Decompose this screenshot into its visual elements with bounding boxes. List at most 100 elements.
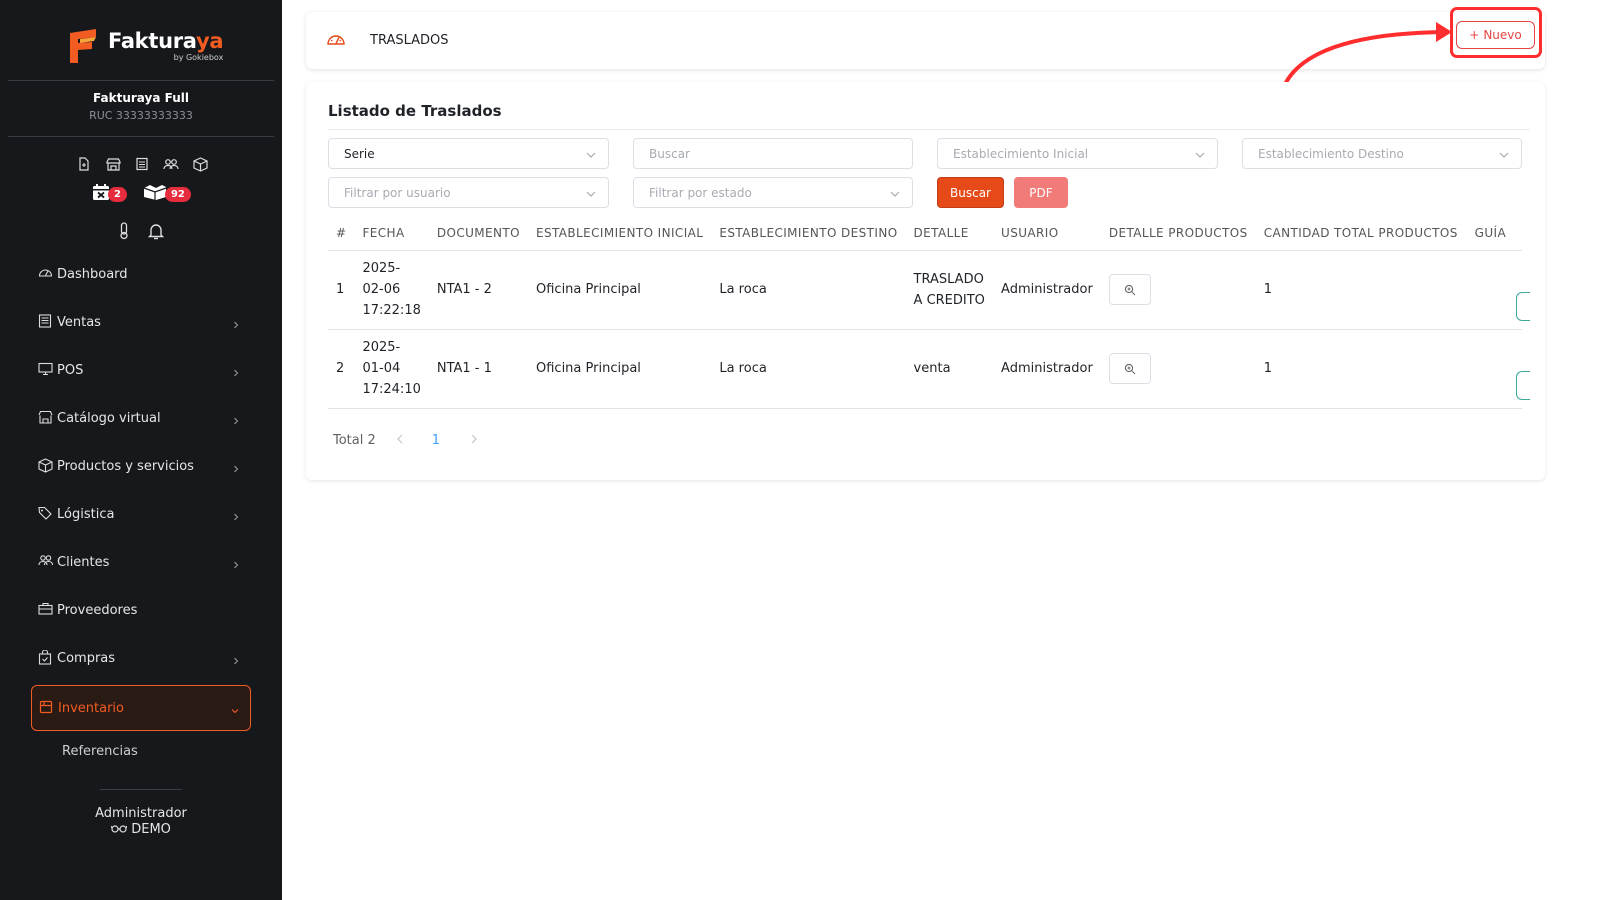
thermometer-icon[interactable] — [117, 222, 131, 244]
divider — [328, 129, 1530, 130]
chevron-down-icon — [1195, 149, 1205, 159]
sidebar-item-ventas[interactable]: Ventas — [0, 298, 282, 346]
chevron-right-icon — [232, 654, 240, 665]
new-button[interactable]: + Nuevo — [1456, 21, 1535, 49]
sidebar-item-logistica[interactable]: Lógistica — [0, 490, 282, 538]
list-icon[interactable] — [134, 156, 150, 172]
sidebar-item-dashboard[interactable]: Dashboard — [0, 250, 282, 298]
sidebar-subitem-label: Referencias — [62, 743, 138, 759]
bell-icon[interactable] — [147, 222, 165, 244]
row-initial-establishment: Oficina Principal — [528, 250, 712, 330]
row-product-detail — [1100, 250, 1256, 330]
column-header: USUARIO — [993, 216, 1101, 251]
boxes-badge[interactable]: 92 — [143, 183, 191, 205]
table-row: 1 2025- 02-06 17:22:18 NTA1 - 2 Oficina Pr… — [328, 250, 1522, 330]
guide-button[interactable] — [1516, 371, 1530, 400]
pdf-button[interactable]: PDF — [1014, 177, 1068, 208]
user-name: Administrador — [95, 806, 187, 821]
sidebar-item-proveedores[interactable]: Proveedores — [0, 586, 282, 634]
guide-button[interactable] — [1516, 292, 1530, 321]
search-input[interactable]: Buscar — [633, 138, 913, 169]
sidebar: Fakturaya by Gokiebox Fakturaya Full RUC… — [0, 0, 282, 900]
column-header: FECHA — [354, 216, 429, 251]
status-filter-select[interactable]: Filtrar por estado — [633, 177, 913, 208]
shopping-bag-icon — [38, 650, 54, 666]
pagination: Total 2 1 — [333, 433, 478, 448]
serie-select[interactable]: Serie — [328, 138, 609, 169]
row-destination-establishment: La roca — [711, 250, 906, 330]
user-filter-select[interactable]: Filtrar por usuario — [328, 177, 609, 208]
box-icon[interactable] — [192, 156, 208, 172]
boxes-icon — [143, 183, 167, 205]
chevron-right-icon — [232, 414, 240, 425]
sidebar-item-compras[interactable]: Compras — [0, 634, 282, 682]
next-page-icon[interactable] — [470, 433, 478, 448]
brand-name-accent: ya — [196, 28, 224, 53]
view-products-button[interactable] — [1108, 353, 1151, 384]
transfers-table: # FECHA DOCUMENTO ESTABLECIMIENTO INICIA… — [328, 216, 1522, 409]
divider — [100, 789, 182, 790]
column-header: GUÍA — [1466, 216, 1522, 251]
search-button[interactable]: Buscar — [937, 177, 1004, 208]
sidebar-item-pos[interactable]: POS — [0, 346, 282, 394]
page-current[interactable]: 1 — [432, 433, 440, 448]
chevron-down-icon — [231, 704, 239, 714]
destination-establishment-select[interactable]: Establecimiento Destino — [1242, 138, 1522, 169]
row-detail-line: TRASLADO — [913, 271, 984, 287]
row-detail-line: A CREDITO — [913, 292, 985, 308]
row-user: Administrador — [993, 250, 1101, 330]
row-date-part: 2025- — [362, 340, 401, 355]
view-products-button[interactable] — [1108, 274, 1151, 305]
sidebar-item-clientes[interactable]: Clientes — [0, 538, 282, 586]
chevron-right-icon — [232, 366, 240, 377]
users-icon[interactable] — [163, 156, 179, 172]
table-row: 2 2025- 01-04 17:24:10 NTA1 - 1 Oficina Pr… — [328, 329, 1522, 409]
glasses-icon — [110, 822, 128, 837]
row-detail-line: venta — [913, 361, 951, 376]
receipt-icon — [38, 314, 54, 330]
user-mode-label: DEMO — [131, 822, 171, 837]
chevron-down-icon — [1499, 149, 1509, 159]
sidebar-item-productos[interactable]: Productos y servicios — [0, 442, 282, 490]
row-quantity: 1 — [1255, 250, 1467, 330]
monitor-icon — [38, 362, 54, 378]
user-mode: DEMO — [0, 822, 282, 838]
destination-establishment-placeholder: Establecimiento Destino — [1258, 146, 1404, 161]
utility-icons — [117, 222, 165, 244]
sidebar-item-label: Clientes — [57, 554, 110, 570]
row-detail: venta — [905, 329, 994, 409]
column-header: ESTABLECIMIENTO DESTINO — [711, 216, 906, 251]
column-header: CANTIDAD TOTAL PRODUCTOS — [1255, 216, 1467, 251]
sidebar-item-label: Lógistica — [57, 506, 115, 522]
brand-logo[interactable]: Fakturaya by Gokiebox — [66, 24, 224, 68]
sidebar-item-catalogo[interactable]: Catálogo virtual — [0, 394, 282, 442]
row-date-part: 2025- — [362, 261, 401, 276]
user-block[interactable]: Administrador DEMO — [0, 806, 282, 838]
chevron-down-icon — [586, 188, 596, 198]
divider — [8, 136, 274, 137]
row-number: 1 — [328, 250, 355, 330]
notification-badges: 2 92 — [92, 183, 191, 205]
row-quantity: 1 — [1255, 329, 1467, 409]
prev-page-icon[interactable] — [396, 433, 404, 448]
sidebar-item-inventario[interactable]: Inventario — [31, 685, 251, 731]
chevron-right-icon — [232, 462, 240, 473]
storefront-icon — [38, 410, 54, 426]
store-icon[interactable] — [105, 156, 121, 172]
pagination-total: Total 2 — [333, 433, 376, 448]
plus-icon: + — [1469, 28, 1480, 42]
row-detail: TRASLADO A CREDITO — [905, 250, 994, 330]
brand-tagline: by Gokiebox — [173, 52, 224, 62]
initial-establishment-placeholder: Establecimiento Inicial — [953, 146, 1089, 161]
row-time: 17:22:18 — [362, 303, 421, 318]
initial-establishment-select[interactable]: Establecimiento Inicial — [937, 138, 1218, 169]
calendar-badge[interactable]: 2 — [92, 183, 127, 205]
company-name: Fakturaya Full — [93, 91, 189, 105]
sidebar-subitem-referencias[interactable]: Referencias — [0, 731, 282, 771]
logo-mark-icon — [66, 27, 100, 65]
transfers-card: Listado de Traslados Serie Buscar Establ… — [306, 82, 1545, 480]
row-destination-establishment: La roca — [711, 329, 906, 409]
chevron-down-icon — [890, 188, 900, 198]
document-icon[interactable] — [76, 156, 92, 172]
users-icon — [38, 554, 54, 570]
